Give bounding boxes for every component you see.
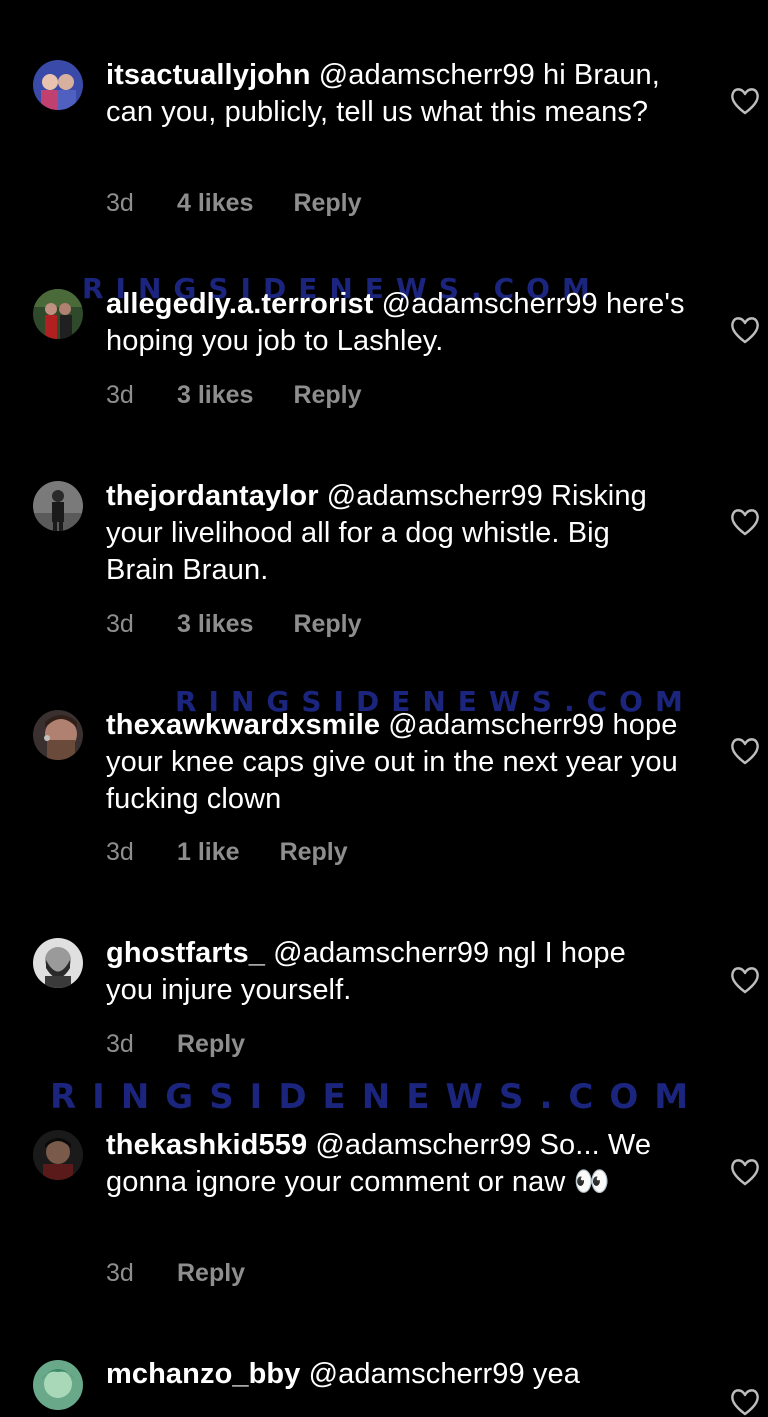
comment-meta: 3d 3 likes Reply (106, 381, 362, 410)
heart-icon[interactable] (729, 1387, 761, 1417)
heart-icon[interactable] (729, 315, 761, 345)
username[interactable]: ghostfarts_ (106, 937, 265, 969)
timestamp: 3d (106, 189, 134, 217)
comment-meta: 3d 3 likes Reply (106, 610, 362, 639)
avatar[interactable] (33, 1360, 83, 1410)
username[interactable]: itsactuallyjohn (106, 59, 311, 91)
comment-meta: 3d 1 like Reply (106, 838, 348, 867)
heart-icon[interactable] (729, 736, 761, 766)
comment-text: thejordantaylor @adamscherr99 Risking yo… (106, 478, 686, 589)
heart-icon[interactable] (729, 507, 761, 537)
timestamp: 3d (106, 381, 134, 409)
comment-text: itsactuallyjohn @adamscherr99 hi Braun, … (106, 57, 686, 131)
comment-meta: 3d Reply (106, 1030, 245, 1059)
likes-count[interactable]: 3 likes (177, 381, 253, 410)
avatar[interactable] (33, 60, 83, 110)
username[interactable]: mchanzo_bby (106, 1358, 300, 1390)
avatar[interactable] (33, 938, 83, 988)
username[interactable]: thexawkwardxsmile (106, 709, 380, 741)
comment-body: @adamscherr99 yea (300, 1358, 580, 1390)
avatar[interactable] (33, 710, 83, 760)
reply-button[interactable]: Reply (293, 610, 361, 639)
comment-text: mchanzo_bby @adamscherr99 yea (106, 1356, 686, 1393)
username[interactable]: thekashkid559 (106, 1129, 307, 1161)
comment-text: ghostfarts_ @adamscherr99 ngl I hope you… (106, 935, 666, 1009)
heart-icon[interactable] (729, 1157, 761, 1187)
username[interactable]: thejordantaylor (106, 480, 319, 512)
watermark: RINGSIDENEWS.COM (50, 1077, 705, 1117)
comment-meta: 3d Reply (106, 1259, 245, 1288)
reply-button[interactable]: Reply (293, 381, 361, 410)
avatar[interactable] (33, 481, 83, 531)
reply-button[interactable]: Reply (280, 838, 348, 867)
reply-button[interactable]: Reply (177, 1030, 245, 1059)
reply-button[interactable]: Reply (177, 1259, 245, 1288)
comment-text: thexawkwardxsmile @adamscherr99 hope you… (106, 707, 706, 818)
timestamp: 3d (106, 610, 134, 638)
likes-count[interactable]: 1 like (177, 838, 240, 867)
heart-icon[interactable] (729, 86, 761, 116)
reply-button[interactable]: Reply (293, 189, 361, 218)
comment-text: allegedly.a.terrorist @adamscherr99 here… (106, 286, 706, 360)
heart-icon[interactable] (729, 965, 761, 995)
likes-count[interactable]: 3 likes (177, 610, 253, 639)
username[interactable]: allegedly.a.terrorist (106, 288, 374, 320)
timestamp: 3d (106, 838, 134, 866)
timestamp: 3d (106, 1030, 134, 1058)
timestamp: 3d (106, 1259, 134, 1287)
comment-text: thekashkid559 @adamscherr99 So... We gon… (106, 1127, 686, 1201)
avatar[interactable] (33, 289, 83, 339)
comment-meta: 3d 4 likes Reply (106, 189, 362, 218)
likes-count[interactable]: 4 likes (177, 189, 253, 218)
avatar[interactable] (33, 1130, 83, 1180)
